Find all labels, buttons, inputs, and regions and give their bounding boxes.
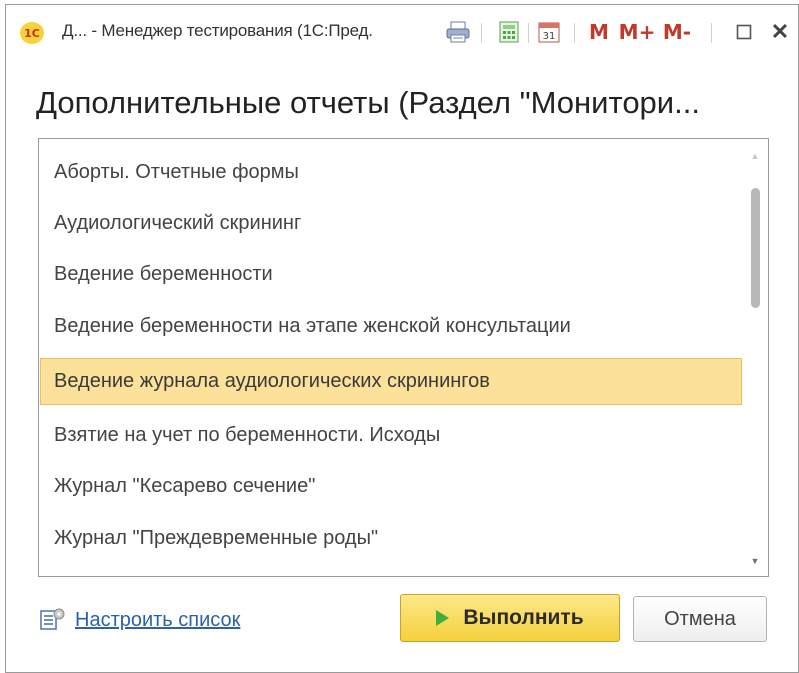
run-button-label: Выполнить bbox=[463, 606, 584, 629]
memory-button[interactable]: M bbox=[588, 19, 610, 45]
list-item[interactable]: Аборты. Отчетные формы bbox=[40, 149, 742, 196]
toolbar-separator bbox=[574, 23, 575, 43]
app-logo-icon[interactable]: 1С bbox=[20, 22, 44, 44]
toolbar-separator bbox=[528, 23, 529, 43]
scroll-up-arrow-icon[interactable]: ▲ bbox=[743, 146, 767, 166]
memory-minus-button[interactable]: M- bbox=[660, 19, 694, 45]
list-item[interactable]: Взятие на учет по беременности. Исходы bbox=[40, 412, 742, 459]
list-item[interactable]: Журнал "Преждевременные роды" bbox=[40, 515, 742, 562]
vertical-scrollbar[interactable]: ▲ ▼ bbox=[743, 140, 767, 575]
close-icon[interactable]: ✕ bbox=[766, 19, 794, 45]
run-button[interactable]: Выполнить bbox=[400, 594, 620, 642]
calendar-icon[interactable]: 31 bbox=[536, 19, 562, 45]
printer-icon[interactable] bbox=[445, 19, 471, 45]
scroll-thumb[interactable] bbox=[751, 188, 760, 308]
toolbar-separator bbox=[711, 23, 712, 43]
list-item[interactable]: Журнал "Кесарево сечение" bbox=[40, 463, 742, 510]
list-item[interactable]: Ведение беременности bbox=[40, 251, 742, 298]
cancel-button[interactable]: Отмена bbox=[633, 596, 767, 642]
toolbar-separator bbox=[481, 23, 482, 43]
list-item[interactable]: Ведение беременности на этапе женской ко… bbox=[40, 303, 742, 350]
cancel-button-label: Отмена bbox=[664, 607, 736, 630]
configure-list-link[interactable]: Настроить список bbox=[75, 609, 240, 632]
list-item-selected[interactable]: Ведение журнала аудиологических скрининг… bbox=[40, 358, 742, 405]
memory-plus-button[interactable]: M+ bbox=[619, 19, 656, 45]
reports-list[interactable]: Аборты. Отчетные формы Аудиологический с… bbox=[38, 138, 769, 577]
dialog-heading: Дополнительные отчеты (Раздел "Монитори.… bbox=[36, 85, 700, 120]
list-item[interactable]: Аудиологический скрининг bbox=[40, 200, 742, 247]
calculator-icon[interactable] bbox=[496, 19, 522, 45]
play-icon bbox=[436, 610, 450, 626]
maximize-icon[interactable] bbox=[731, 19, 757, 45]
window-title: Д... - Менеджер тестирования (1С:Пред. bbox=[62, 21, 373, 40]
configure-list-icon[interactable] bbox=[40, 607, 66, 631]
titlebar: 1С Д... - Менеджер тестирования (1С:Пред… bbox=[6, 5, 798, 59]
scroll-down-arrow-icon[interactable]: ▼ bbox=[743, 551, 767, 571]
calendar-day-label: 31 bbox=[543, 31, 556, 42]
